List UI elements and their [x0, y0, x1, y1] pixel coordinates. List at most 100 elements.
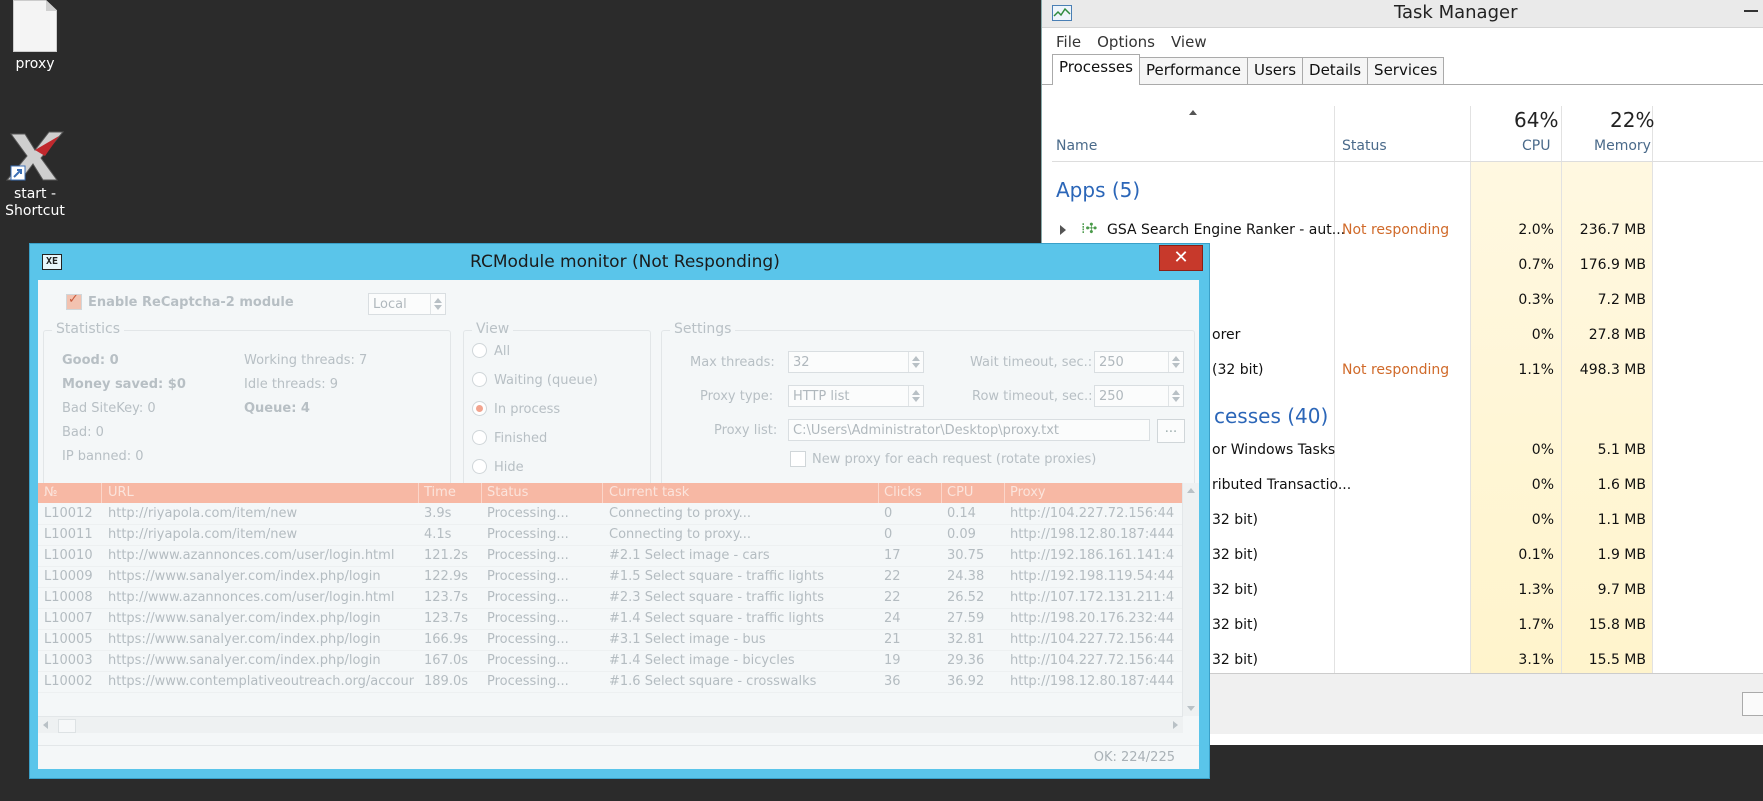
stat-working-threads: Working threads: 7	[244, 353, 368, 368]
grid-cell: 4.1s	[424, 527, 452, 542]
horizontal-scrollbar[interactable]	[38, 716, 1183, 733]
app-x-icon	[5, 131, 65, 181]
spinner-icon[interactable]	[1168, 386, 1183, 406]
column-proxy[interactable]: Proxy	[1010, 485, 1046, 500]
row-timeout-value: 250	[1099, 389, 1124, 404]
column-current-task[interactable]: Current task	[609, 485, 689, 500]
rotate-proxies-checkbox[interactable]	[790, 451, 806, 467]
stat-bad: Bad: 0	[62, 425, 104, 440]
max-threads-label: Max threads:	[690, 355, 775, 370]
process-name: 32 bit)	[1212, 582, 1258, 598]
menu-options[interactable]: Options	[1097, 33, 1155, 51]
spinner-icon[interactable]	[1168, 352, 1183, 372]
enable-recaptcha-checkbox[interactable]	[66, 292, 82, 310]
process-memory: 1.1 MB	[1597, 512, 1646, 528]
grid-row[interactable]: L10005 https://www.sanalyer.com/index.php…	[38, 629, 1183, 651]
tab-users[interactable]: Users	[1247, 57, 1304, 84]
scroll-down-icon[interactable]	[1187, 706, 1195, 711]
view-radio-all[interactable]	[472, 343, 487, 358]
expand-arrow-icon[interactable]	[1060, 225, 1066, 235]
grid-cell: http://www.azannonces.com/user/login.htm…	[108, 548, 395, 563]
grid-cell: L10003	[44, 653, 93, 668]
view-radio-finished[interactable]	[472, 430, 487, 445]
column-cpu[interactable]: CPU	[947, 485, 973, 500]
grid-cell: Processing...	[487, 506, 569, 521]
group-background-processes[interactable]: cesses (40)	[1214, 404, 1328, 428]
enable-recaptcha-label: Enable ReCaptcha-2 module	[88, 295, 294, 310]
wait-timeout-label: Wait timeout, sec.:	[970, 355, 1093, 370]
grid-row[interactable]: L10007 https://www.sanalyer.com/index.php…	[38, 608, 1183, 630]
column-cpu[interactable]: CPU	[1522, 138, 1550, 154]
process-cpu: 0%	[1531, 512, 1554, 528]
grid-row[interactable]: L10008 http://www.azannonces.com/user/log…	[38, 587, 1183, 609]
grid-cell: https://www.sanalyer.com/index.php/login	[108, 611, 381, 626]
view-radio-waiting[interactable]	[472, 372, 487, 387]
grid-cell: #3.1 Select image - bus	[609, 632, 766, 647]
scroll-thumb[interactable]	[58, 719, 76, 733]
grid-cell: 121.2s	[424, 548, 468, 563]
desktop-icon-proxy[interactable]: proxy	[0, 0, 70, 73]
group-apps[interactable]: Apps (5)	[1056, 178, 1140, 202]
grid-cell: http://www.azannonces.com/user/login.htm…	[108, 590, 395, 605]
browse-button[interactable]: ...	[1157, 419, 1185, 443]
process-name: 32 bit)	[1212, 617, 1258, 633]
close-button[interactable]: ✕	[1159, 245, 1203, 271]
column-status[interactable]: Status	[487, 485, 528, 500]
column-memory[interactable]: Memory	[1594, 138, 1651, 154]
column-status[interactable]: Status	[1342, 138, 1387, 154]
view-radio-in-process[interactable]	[472, 401, 487, 416]
grid-row[interactable]: L10002 https://www.contemplativeoutreach.…	[38, 671, 1183, 693]
grid-cell: L10011	[44, 527, 93, 542]
proxy-list-input[interactable]: C:\Users\Administrator\Desktop\proxy.txt	[788, 419, 1150, 441]
process-memory: 176.9 MB	[1579, 257, 1646, 273]
grid-cell: 0.14	[947, 506, 976, 521]
grid-cell: L10002	[44, 674, 93, 689]
column-number[interactable]: №	[44, 485, 58, 500]
scroll-left-icon[interactable]	[43, 721, 48, 729]
column-clicks[interactable]: Clicks	[884, 485, 922, 500]
grid-row[interactable]: L10012 http://riyapola.com/item/new 3.9s Pr…	[38, 503, 1183, 525]
grid-row[interactable]: L10009 https://www.sanalyer.com/index.php…	[38, 566, 1183, 588]
rcmodule-titlebar[interactable]: XE RCModule monitor (Not Responding) ✕	[30, 244, 1209, 280]
grid-cell: https://www.sanalyer.com/index.php/login	[108, 632, 381, 647]
grid-row[interactable]: L10010 http://www.azannonces.com/user/log…	[38, 545, 1183, 567]
grid-row[interactable]: L10011 http://riyapola.com/item/new 4.1s Pr…	[38, 524, 1183, 546]
stat-good: Good: 0	[62, 353, 119, 368]
scroll-up-icon[interactable]	[1187, 488, 1195, 493]
view-group: View All Waiting (queue) In process Fini…	[463, 321, 651, 488]
grid-cell: https://www.sanalyer.com/index.php/login	[108, 653, 381, 668]
tab-services[interactable]: Services	[1367, 57, 1445, 84]
process-memory: 15.5 MB	[1588, 652, 1646, 668]
scroll-right-icon[interactable]	[1173, 721, 1178, 729]
wait-timeout-input[interactable]: 250	[1094, 351, 1184, 373]
column-time[interactable]: Time	[424, 485, 456, 500]
column-name[interactable]: Name	[1056, 138, 1097, 154]
grid-cell: https://www.contemplativeoutreach.org/ac…	[108, 674, 414, 689]
grid-cell: 122.9s	[424, 569, 468, 584]
statistics-group: Statistics Good: 0 Money saved: $0 Bad S…	[43, 321, 451, 488]
grid-row[interactable]: L10003 https://www.sanalyer.com/index.php…	[38, 650, 1183, 672]
tab-details[interactable]: Details	[1302, 57, 1369, 84]
menu-file[interactable]: File	[1056, 33, 1081, 51]
grid-cell: 189.0s	[424, 674, 468, 689]
desktop-icon-start-shortcut[interactable]: start - Shortcut	[0, 130, 70, 220]
minimize-icon[interactable]	[1744, 10, 1758, 12]
spinner-icon[interactable]	[908, 352, 923, 372]
process-cpu: 0.3%	[1518, 292, 1554, 308]
process-row[interactable]: ⁞✣ GSA Search Engine Ranker - aut... Not…	[1052, 212, 1763, 247]
tab-performance[interactable]: Performance	[1138, 57, 1249, 84]
task-manager-menubar: File Options View	[1042, 28, 1763, 56]
process-memory: 9.7 MB	[1597, 582, 1646, 598]
vertical-scrollbar[interactable]	[1182, 483, 1199, 716]
column-url[interactable]: URL	[108, 485, 134, 500]
row-timeout-input[interactable]: 250	[1094, 385, 1184, 407]
process-cpu: 0.7%	[1518, 257, 1554, 273]
mode-select[interactable]: Local	[368, 293, 446, 315]
max-threads-input[interactable]: 32	[788, 351, 924, 373]
proxy-type-select[interactable]: HTTP list	[788, 385, 924, 407]
end-task-button[interactable]	[1742, 692, 1763, 716]
menu-view[interactable]: View	[1171, 33, 1207, 51]
tab-processes[interactable]: Processes	[1052, 54, 1140, 85]
view-radio-hide[interactable]	[472, 459, 487, 474]
task-manager-titlebar[interactable]: Task Manager	[1042, 0, 1763, 28]
